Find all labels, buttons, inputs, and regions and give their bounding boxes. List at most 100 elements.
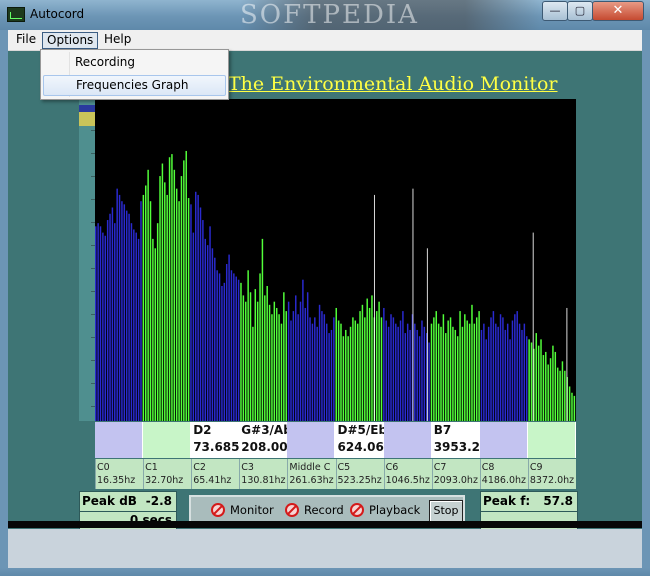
spectrum-bar [342, 336, 345, 421]
note-frequency: 208.00 [241, 440, 288, 454]
spectrum-bar [280, 323, 283, 421]
spectrum-bar [187, 198, 190, 421]
spectrum-bar [304, 307, 307, 421]
app-icon [7, 7, 25, 22]
menu-file[interactable]: File [12, 32, 40, 47]
spectrum-bar [440, 326, 442, 421]
octave-note: C0 [97, 462, 110, 473]
spectrum-bar [395, 323, 397, 421]
spectrum-bar [109, 213, 111, 421]
spectrum-bar [278, 314, 280, 421]
monitor-label: Monitor [230, 503, 274, 517]
spectrum-bar [528, 339, 530, 421]
spectrum-bar [116, 188, 118, 421]
spectrum-bar [285, 311, 287, 421]
note-name: G#3/Ab [241, 423, 292, 437]
spectrum-bar [561, 361, 564, 421]
octave-label-row: C0 16.35hz C1 32.70hz C2 65.41hz C3 130.81hz Mid… [95, 459, 576, 489]
spectrum-bar [266, 285, 268, 421]
spectrum-bar [95, 226, 97, 421]
menu-bar: File Options Help [8, 30, 642, 51]
spectrum-bar [428, 342, 430, 421]
spectrum-bar [311, 323, 314, 421]
window-frame-bottom [0, 568, 650, 576]
spectrum-bar [242, 295, 245, 421]
octave-note: C2 [193, 462, 206, 473]
stop-button[interactable]: Stop [429, 500, 463, 522]
octave-note: C8 [481, 462, 495, 473]
spectrum-bar [359, 311, 361, 421]
maximize-button[interactable]: ▢ [567, 1, 593, 21]
spectrum-bar [152, 238, 154, 421]
spectrum-bar [530, 342, 533, 421]
spectrum-bar [456, 336, 459, 421]
playback-button[interactable]: Playback [350, 503, 420, 517]
spectrum-bar [156, 223, 159, 421]
spectrum-bar [433, 317, 435, 421]
spectrum-bar [404, 333, 407, 421]
spectrum-bar [361, 304, 364, 421]
spectrum-bar [102, 232, 104, 421]
spectrum-bar [247, 270, 249, 421]
spectrum-bar [261, 238, 264, 421]
octave-cell: C0 16.35hz [95, 459, 143, 489]
menu-options[interactable]: Options [42, 32, 99, 49]
note-label-row: D2 73.685 G#3/Ab 208.00 D#5/Eb 624.06 B7 3953.2 [95, 422, 576, 458]
spectrum-bar [514, 314, 516, 421]
peak-f-value: 57.8 [543, 494, 573, 508]
spectrum-bar [223, 282, 226, 421]
page-title-link[interactable]: The Environmental Audio Monitor [228, 73, 558, 95]
spectrum-bar [459, 311, 461, 421]
octave-note: C1 [145, 462, 158, 473]
spectrum-bar [502, 317, 504, 421]
spectrum-bar [354, 320, 357, 421]
octave-frequency: 261.63hz [289, 475, 334, 486]
spectrum-bar [97, 223, 99, 421]
spectrum-bar [249, 292, 252, 421]
spectrum-bar [375, 311, 378, 421]
spectrum-bar [316, 326, 318, 421]
octave-frequency: 1046.5hz [385, 475, 430, 486]
octave-cell: C5 523.25hz [335, 459, 384, 489]
minimize-button[interactable]: — [542, 1, 568, 21]
spectrum-bar [345, 329, 347, 421]
spectrum-bar [166, 194, 168, 421]
menu-item-frequencies-graph[interactable]: Frequencies Graph [43, 75, 226, 96]
spectrum-peak-marker [532, 232, 534, 421]
spectrum-bar [468, 323, 471, 421]
spectrum-bar [364, 317, 366, 421]
menu-item-recording[interactable]: Recording [43, 52, 226, 73]
spectrum-bar [437, 323, 440, 421]
spectrum-bar [397, 326, 399, 421]
spectrum-bar [445, 333, 447, 421]
no-sign-icon [211, 503, 225, 517]
monitor-button[interactable]: Monitor [211, 503, 274, 517]
spectrum-bar [483, 323, 485, 421]
note-cell: D#5/Eb 624.06 [335, 422, 387, 458]
spectrum-bar [104, 235, 106, 421]
spectrum-peak-marker [566, 307, 568, 421]
note-cell [95, 422, 144, 458]
octave-frequency: 32.70hz [145, 475, 184, 486]
spectrum-bar [447, 320, 449, 421]
octave-note: C5 [337, 462, 351, 473]
spectrum-bar [568, 386, 571, 421]
record-button[interactable]: Record [285, 503, 344, 517]
status-area [8, 529, 642, 568]
spectrum-bar [421, 320, 423, 421]
spectrum-bar [387, 326, 390, 421]
spectrum-bar [556, 367, 559, 421]
spectrum-bar [147, 169, 149, 421]
octave-cell: C9 8372.0hz [527, 459, 576, 489]
spectrum-bar [402, 311, 404, 421]
spectrum-bar [233, 273, 235, 421]
spectrum-bar [549, 358, 552, 421]
menu-help[interactable]: Help [100, 32, 135, 47]
spectrum-bar [385, 320, 387, 421]
spectrum-bar [142, 194, 145, 421]
octave-cell: C3 130.81hz [239, 459, 287, 489]
octave-cell: C6 1046.5hz [383, 459, 432, 489]
spectrum-bar [559, 370, 561, 421]
spectrum-bar [378, 301, 380, 421]
close-button[interactable]: ✕ [592, 1, 644, 21]
